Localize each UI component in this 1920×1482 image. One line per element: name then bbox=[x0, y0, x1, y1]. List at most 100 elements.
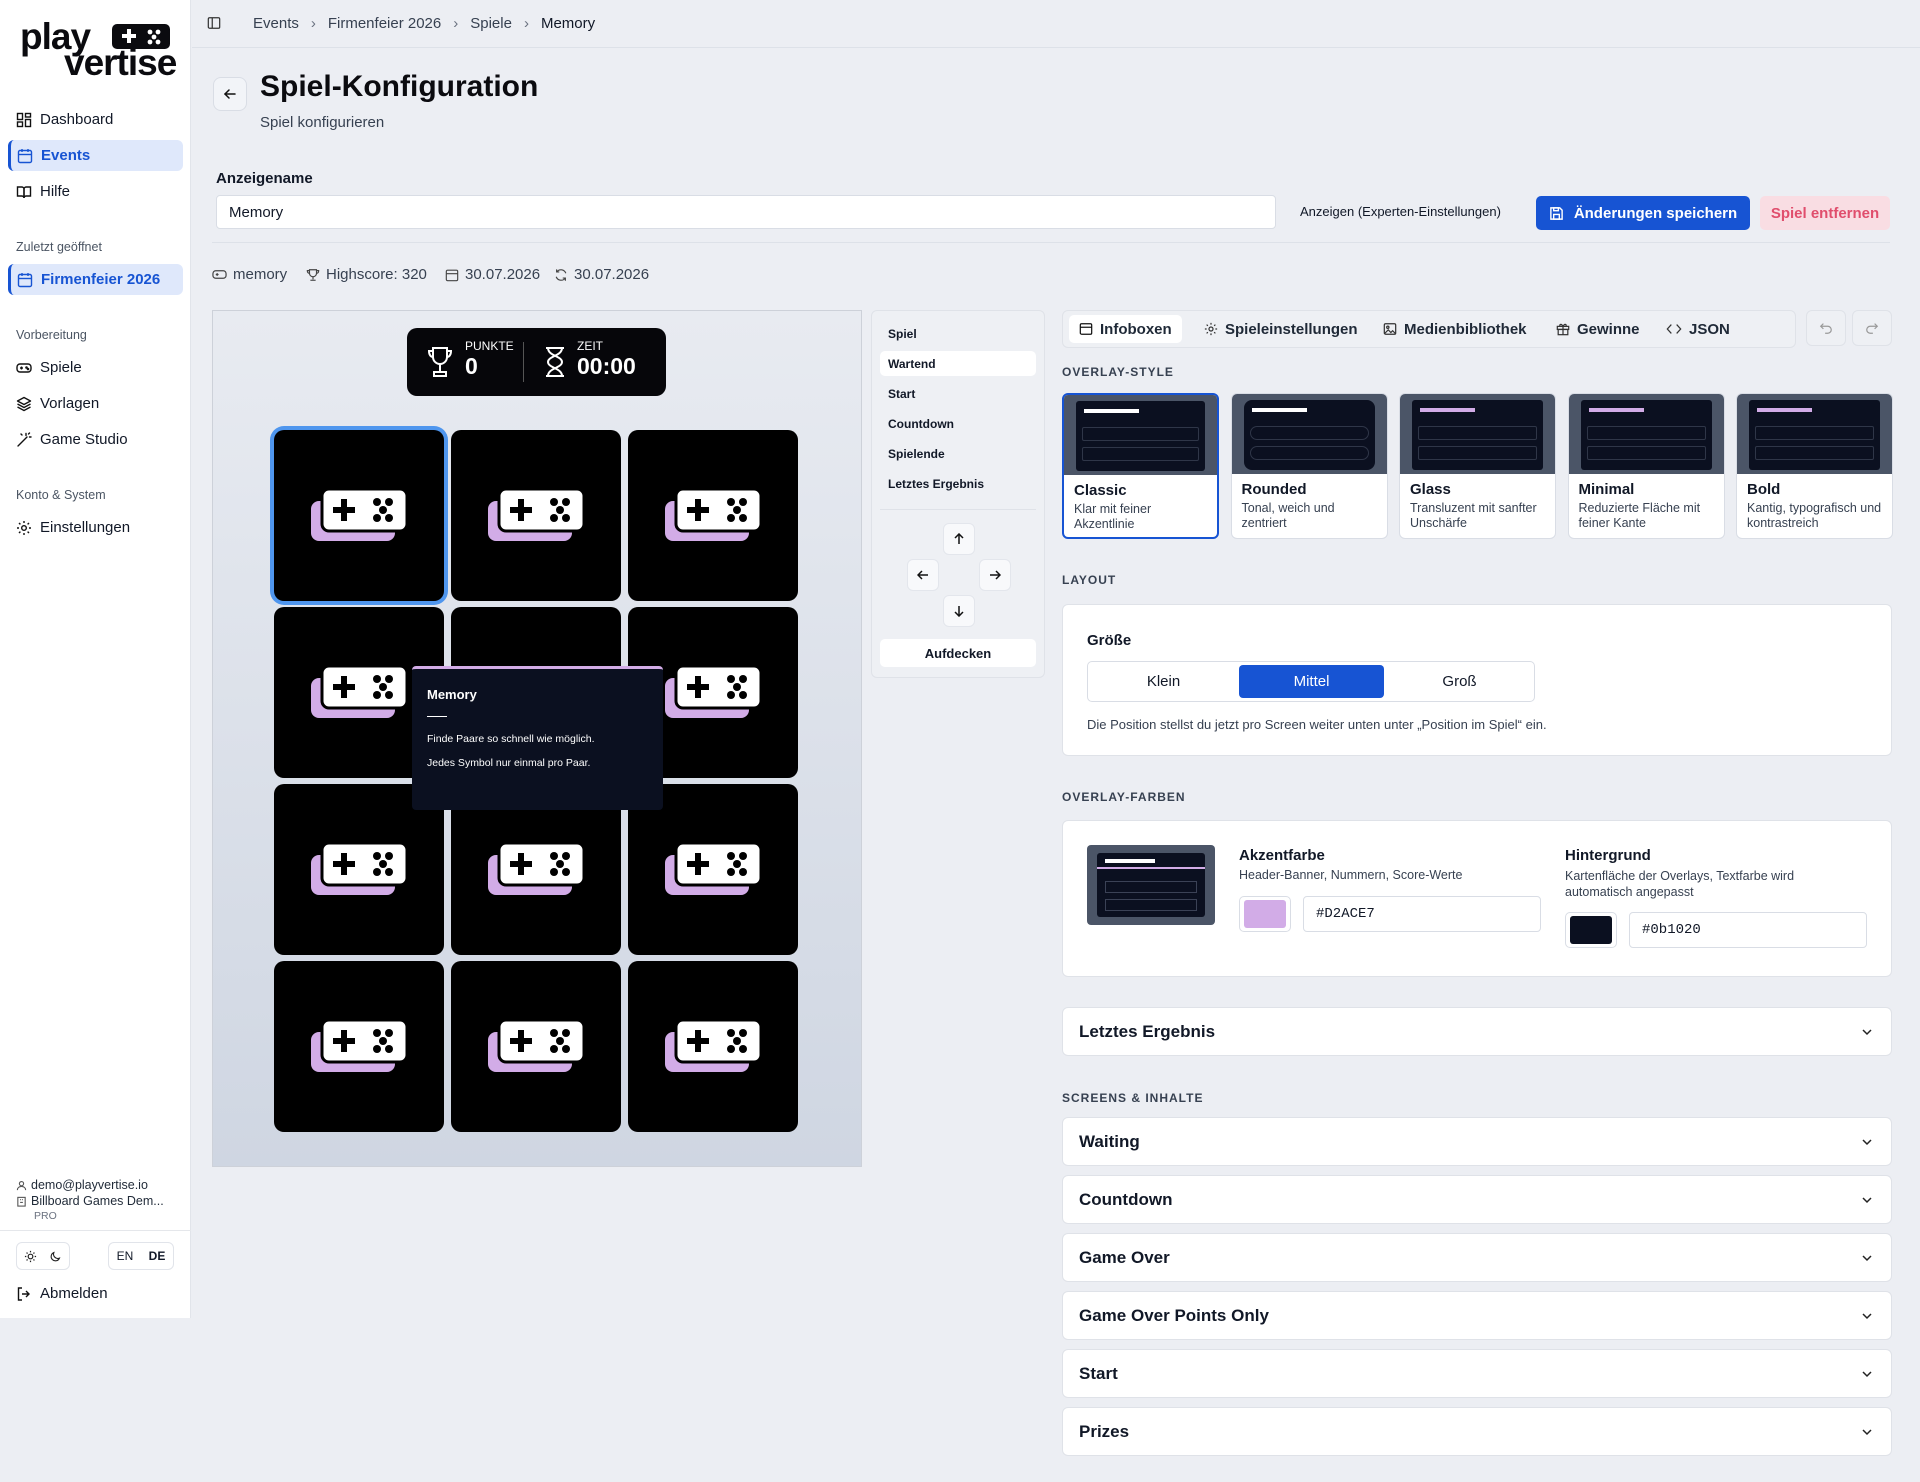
screen-item-spielende[interactable]: Spielende bbox=[880, 441, 1036, 466]
background-color-swatch[interactable] bbox=[1565, 912, 1617, 948]
theme-toggle[interactable] bbox=[16, 1242, 70, 1270]
magic-wand-icon bbox=[17, 431, 32, 447]
screen-item-wartend[interactable]: Wartend bbox=[880, 351, 1036, 376]
chevron-down-icon bbox=[1862, 1029, 1872, 1036]
accordion-title: Prizes bbox=[1079, 1421, 1130, 1441]
sun-icon[interactable] bbox=[24, 1250, 37, 1263]
screen-item-countdown[interactable]: Countdown bbox=[880, 411, 1036, 436]
calendar-icon bbox=[445, 269, 459, 281]
points-display: PUNKTE 0 bbox=[465, 339, 514, 379]
gamepad-icon bbox=[212, 270, 227, 279]
style-name: Rounded bbox=[1241, 481, 1307, 498]
sidebar-item-dashboard[interactable]: Dashboard bbox=[8, 104, 183, 135]
arrow-left-button[interactable] bbox=[907, 559, 939, 591]
display-name-input[interactable] bbox=[216, 195, 1276, 229]
accordion-screen-start[interactable]: Start bbox=[1062, 1349, 1892, 1398]
sidebar-item-label: Events bbox=[41, 147, 91, 164]
reveal-button[interactable]: Aufdecken bbox=[880, 639, 1036, 667]
breadcrumb-games[interactable]: Spiele bbox=[470, 15, 512, 32]
sidebar-item-game-studio[interactable]: Game Studio bbox=[8, 424, 183, 455]
logout-button[interactable]: Abmelden bbox=[8, 1278, 183, 1309]
tab-spieleinstellungen[interactable]: Spieleinstellungen bbox=[1194, 315, 1368, 343]
playvertise-logo[interactable]: play vertise bbox=[20, 18, 177, 81]
arrow-down-icon bbox=[954, 606, 964, 617]
layout-heading: LAYOUT bbox=[1062, 573, 1117, 587]
gamepad-icon bbox=[311, 841, 409, 895]
memory-card[interactable] bbox=[274, 430, 444, 601]
chevron-down-icon bbox=[1862, 1197, 1872, 1204]
style-name: Glass bbox=[1410, 481, 1451, 498]
overlay-style-rounded[interactable]: Rounded Tonal, weich und zentriert bbox=[1230, 393, 1388, 539]
sidebar-item-events[interactable]: Events bbox=[8, 140, 183, 171]
memory-card[interactable] bbox=[274, 961, 444, 1132]
memory-card[interactable] bbox=[451, 430, 621, 601]
meta-created: 30.07.2026 bbox=[445, 266, 540, 283]
breadcrumb: Events › Firmenfeier 2026 › Spiele › Mem… bbox=[253, 15, 595, 32]
gamepad-icon bbox=[311, 1018, 409, 1072]
sidebar: play vertise Dashboard Events Hilfe Zule… bbox=[0, 0, 191, 1318]
accent-color-swatch[interactable] bbox=[1239, 896, 1291, 932]
meta-highscore: Highscore: 320 bbox=[306, 266, 427, 283]
accent-color-input[interactable]: #D2ACE7 bbox=[1303, 896, 1541, 932]
tab-json[interactable]: JSON bbox=[1656, 315, 1740, 343]
user-email: demo@playvertise.io bbox=[16, 1178, 148, 1192]
screen-item-letztes-ergebnis[interactable]: Letztes Ergebnis bbox=[880, 471, 1036, 496]
sidebar-item-hilfe[interactable]: Hilfe bbox=[8, 176, 183, 207]
arrow-left-icon bbox=[917, 570, 928, 580]
sidebar-item-spiele[interactable]: Spiele bbox=[8, 352, 183, 383]
memory-card[interactable] bbox=[628, 961, 798, 1132]
accordion-last-result[interactable]: Letztes Ergebnis bbox=[1062, 1007, 1892, 1056]
size-option-klein[interactable]: Klein bbox=[1091, 665, 1236, 698]
sidebar-item-einstellungen[interactable]: Einstellungen bbox=[8, 512, 183, 543]
accordion-screen-game-over-points-only[interactable]: Game Over Points Only bbox=[1062, 1291, 1892, 1340]
language-switcher[interactable]: EN DE bbox=[108, 1242, 174, 1270]
arrow-up-button[interactable] bbox=[943, 523, 975, 555]
moon-icon[interactable] bbox=[50, 1250, 62, 1262]
sidebar-item-recent-firmenfeier[interactable]: Firmenfeier 2026 bbox=[8, 264, 183, 295]
screen-item-start[interactable]: Start bbox=[880, 381, 1036, 406]
memory-card[interactable] bbox=[451, 961, 621, 1132]
arrow-right-button[interactable] bbox=[979, 559, 1011, 591]
config-tabs: Infoboxen Spieleinstellungen Medienbibli… bbox=[1062, 310, 1796, 348]
header-divider bbox=[212, 242, 1890, 243]
tab-infoboxen[interactable]: Infoboxen bbox=[1069, 315, 1182, 343]
accordion-screen-waiting[interactable]: Waiting bbox=[1062, 1117, 1892, 1166]
gear-icon bbox=[17, 520, 31, 535]
overlay-colors-panel: Akzentfarbe Header-Banner, Nummern, Scor… bbox=[1062, 820, 1892, 977]
tab-gewinne[interactable]: Gewinne bbox=[1546, 315, 1650, 343]
arrow-left-icon bbox=[223, 89, 236, 99]
breadcrumb-event[interactable]: Firmenfeier 2026 bbox=[328, 15, 441, 32]
size-option-mittel[interactable]: Mittel bbox=[1239, 665, 1384, 698]
accordion-screen-countdown[interactable]: Countdown bbox=[1062, 1175, 1892, 1224]
back-button[interactable] bbox=[213, 77, 247, 111]
time-display: ZEIT 00:00 bbox=[577, 339, 636, 379]
lang-en[interactable]: EN bbox=[117, 1249, 134, 1263]
size-option-gross[interactable]: Groß bbox=[1387, 665, 1532, 698]
tab-medienbibliothek[interactable]: Medienbibliothek bbox=[1373, 315, 1537, 343]
screen-item-spiel[interactable]: Spiel bbox=[880, 321, 1036, 346]
gamepad-icon bbox=[488, 1018, 586, 1072]
background-color-input[interactable]: #0b1020 bbox=[1629, 912, 1867, 948]
sidebar-item-vorlagen[interactable]: Vorlagen bbox=[8, 388, 183, 419]
arrow-down-button[interactable] bbox=[943, 595, 975, 627]
breadcrumb-events[interactable]: Events bbox=[253, 15, 299, 32]
overlay-style-bold[interactable]: Bold Kantig, typografisch und kontrastrei… bbox=[1736, 393, 1893, 539]
remove-game-button[interactable]: Spiel entfernen bbox=[1760, 196, 1890, 230]
save-button[interactable]: Änderungen speichern bbox=[1536, 196, 1750, 230]
overlay-style-glass[interactable]: Glass Transluzent mit sanfter Unschärfe bbox=[1399, 393, 1556, 539]
book-icon bbox=[16, 185, 32, 198]
undo-button[interactable] bbox=[1806, 310, 1846, 346]
accordion-screen-prizes[interactable]: Prizes bbox=[1062, 1407, 1892, 1456]
overlay-style-minimal[interactable]: Minimal Reduzierte Fläche mit feiner Kant… bbox=[1567, 393, 1725, 539]
dashboard-icon bbox=[16, 112, 32, 127]
expert-settings-link[interactable]: Anzeigen (Experten-Einstellungen) bbox=[1300, 204, 1501, 219]
sidebar-item-label: Hilfe bbox=[40, 183, 71, 200]
lang-de[interactable]: DE bbox=[149, 1249, 166, 1263]
sidebar-item-label: Game Studio bbox=[40, 431, 128, 448]
accordion-screen-game-over[interactable]: Game Over bbox=[1062, 1233, 1892, 1282]
recent-heading: Zuletzt geöffnet bbox=[16, 240, 102, 254]
memory-card[interactable] bbox=[628, 430, 798, 601]
sidebar-toggle-icon[interactable] bbox=[207, 16, 221, 30]
overlay-style-classic[interactable]: Classic Klar mit feiner Akzentlinie bbox=[1062, 393, 1219, 539]
redo-button[interactable] bbox=[1852, 310, 1892, 346]
